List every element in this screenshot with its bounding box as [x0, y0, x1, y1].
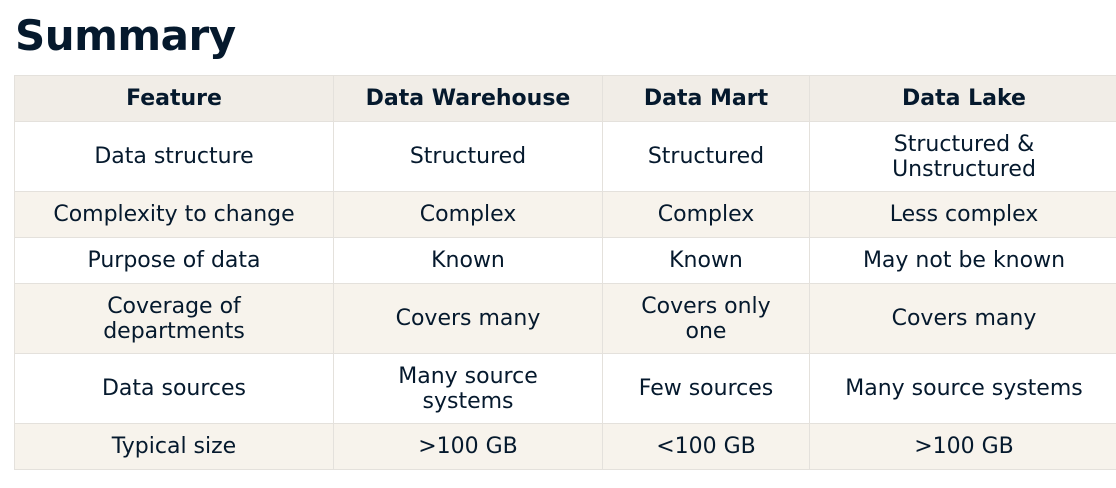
table-cell: Few sources — [602, 353, 810, 424]
table-row: Complexity to change Complex Complex Les… — [14, 191, 1116, 238]
table-row: Coverage of departments Covers many Cove… — [14, 283, 1116, 354]
page-title: Summary — [15, 11, 236, 60]
table-header-row: Feature Data Warehouse Data Mart Data La… — [14, 75, 1116, 122]
table-cell: Many source systems — [809, 353, 1116, 424]
table-cell: May not be known — [809, 237, 1116, 284]
table-cell: Coverage of departments — [14, 283, 334, 354]
table-cell: Complexity to change — [14, 191, 334, 238]
table-cell: Many source systems — [333, 353, 603, 424]
table-cell: Complex — [333, 191, 603, 238]
table-row: Purpose of data Known Known May not be k… — [14, 237, 1116, 284]
table-cell: Data sources — [14, 353, 334, 424]
header-feature: Feature — [14, 75, 334, 122]
table-cell: Known — [602, 237, 810, 284]
table-cell: Covers many — [809, 283, 1116, 354]
header-data-mart: Data Mart — [602, 75, 810, 122]
header-data-lake: Data Lake — [809, 75, 1116, 122]
table-cell: Complex — [602, 191, 810, 238]
table-cell: Known — [333, 237, 603, 284]
table-cell: Typical size — [14, 423, 334, 470]
table-cell: Data structure — [14, 121, 334, 192]
header-data-warehouse: Data Warehouse — [333, 75, 603, 122]
table-row: Typical size >100 GB <100 GB >100 GB — [14, 423, 1116, 470]
table-row: Data sources Many source systems Few sou… — [14, 353, 1116, 424]
table-cell: >100 GB — [333, 423, 603, 470]
table-cell: Covers many — [333, 283, 603, 354]
table-cell: Structured & Unstructured — [809, 121, 1116, 192]
table-cell: Structured — [602, 121, 810, 192]
table-cell: >100 GB — [809, 423, 1116, 470]
table-cell: Covers only one — [602, 283, 810, 354]
table-row: Data structure Structured Structured Str… — [14, 121, 1116, 192]
table-cell: Less complex — [809, 191, 1116, 238]
table-cell: Structured — [333, 121, 603, 192]
summary-table: Feature Data Warehouse Data Mart Data La… — [14, 75, 1116, 470]
table-cell: Purpose of data — [14, 237, 334, 284]
table-cell: <100 GB — [602, 423, 810, 470]
